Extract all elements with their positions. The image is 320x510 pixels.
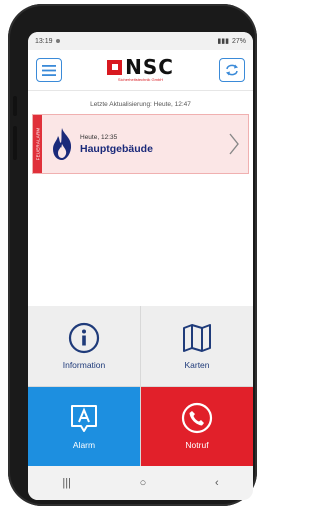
status-time: 13:19 <box>35 37 53 45</box>
alert-type-label: FEUERALARM <box>35 127 40 161</box>
info-icon <box>68 322 100 353</box>
back-button[interactable]: ‹ <box>215 477 219 489</box>
alert-card[interactable]: FEUERALARM Heute, 12:35 Hauptgebäude <box>32 114 249 174</box>
phone-icon <box>181 403 213 434</box>
alert-type-strip: FEUERALARM <box>33 115 42 173</box>
notruf-tile[interactable]: Notruf <box>141 386 253 466</box>
logo-text: NSC <box>125 55 174 79</box>
app-screen: 13:19 ▮▮▮ 27% NSC Sicherheitstechnik Gmb… <box>28 32 253 500</box>
android-nav-bar: ||| ○ ‹ <box>28 466 253 500</box>
refresh-icon <box>225 64 238 76</box>
notification-icon <box>55 39 60 43</box>
menu-button[interactable] <box>36 58 62 82</box>
volume-button <box>13 126 17 160</box>
side-button <box>13 96 17 116</box>
information-label: Information <box>62 359 106 370</box>
alert-building: Hauptgebäude <box>80 142 153 155</box>
action-grid: Information Karten Alarm Notruf <box>28 306 253 466</box>
last-update-text: Letzte Aktualisierung: Heute, 12:47 <box>90 101 191 108</box>
hamburger-menu-icon <box>42 64 56 76</box>
chevron-right-icon <box>229 133 239 155</box>
information-tile[interactable]: Information <box>28 306 140 386</box>
map-icon <box>183 323 211 352</box>
flame-icon <box>53 128 72 160</box>
battery-level: 27% <box>231 37 246 45</box>
app-header: NSC Sicherheitstechnik GmbH <box>28 50 253 91</box>
signal-icon: ▮▮▮ <box>217 38 229 45</box>
alarm-icon <box>71 405 97 433</box>
logo-mark <box>107 59 123 75</box>
karten-tile[interactable]: Karten <box>141 306 253 386</box>
status-bar: 13:19 ▮▮▮ 27% <box>28 32 253 50</box>
alarm-label: Alarm <box>72 440 96 451</box>
notruf-label: Notruf <box>185 440 209 451</box>
recents-button[interactable]: ||| <box>62 477 71 489</box>
nsc-logo: NSC Sicherheitstechnik GmbH <box>107 55 174 82</box>
logo-subtitle: Sicherheitstechnik GmbH <box>117 77 164 82</box>
phone-frame: 13:19 ▮▮▮ 27% NSC Sicherheitstechnik Gmb… <box>8 4 257 506</box>
alarm-tile[interactable]: Alarm <box>28 386 140 466</box>
refresh-button[interactable] <box>218 58 245 82</box>
alert-time: Heute, 12:35 <box>80 133 118 141</box>
home-button[interactable]: ○ <box>140 477 147 489</box>
karten-label: Karten <box>184 359 210 370</box>
